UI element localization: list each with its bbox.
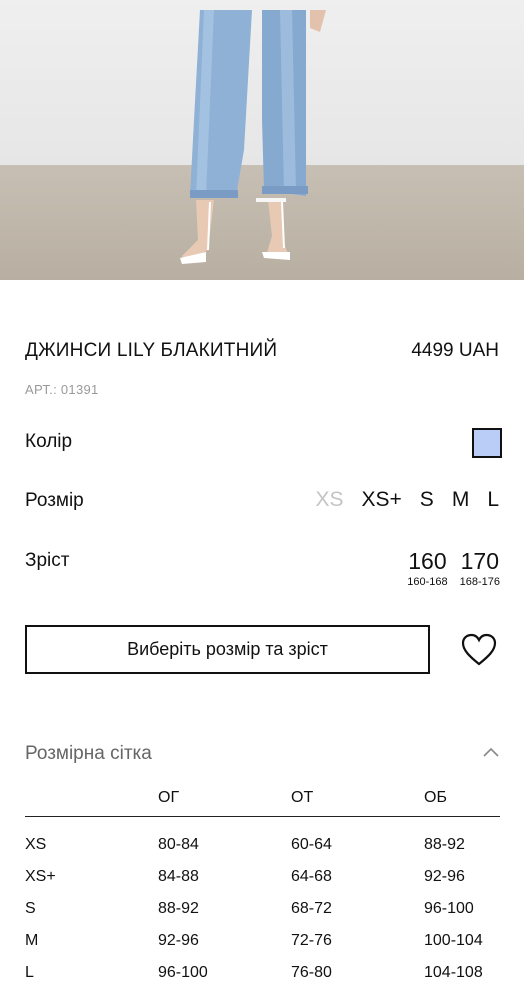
table-body: XS 80-84 60-64 88-92 XS+ 84-88 64-68 92-… [25,829,500,989]
table-cell: 96-100 [424,900,474,917]
table-cell: 68-72 [291,900,332,917]
table-cell: L [25,964,34,981]
product-photo[interactable] [0,0,524,280]
table-cell: 64-68 [291,868,332,885]
table-cell: 80-84 [158,836,199,853]
table-cell: 92-96 [158,932,199,949]
header-cell: ОБ [424,789,447,806]
product-article: АРТ.: 01391 [25,382,99,397]
size-option-l[interactable]: L [487,488,499,512]
table-cell: 92-96 [424,868,465,885]
size-chart-title[interactable]: Розмірна сітка [25,743,152,765]
table-cell: 88-92 [158,900,199,917]
size-option-xs[interactable]: XS [316,488,344,512]
product-price: 4499 UAH [411,340,499,361]
table-row: S 88-92 68-72 96-100 [25,893,500,925]
height-range: 168-176 [459,576,500,588]
select-size-button[interactable]: Виберіть розмір та зріст [25,625,430,674]
product-title: ДЖИНСИ LILY БЛАКИТНИЙ [25,340,278,361]
height-options: 160 160-168 170 168-176 [407,548,500,588]
heart-icon[interactable] [461,633,497,667]
table-cell: XS+ [25,868,56,885]
table-cell: 104-108 [424,964,483,981]
chevron-up-icon[interactable] [483,747,499,757]
jeans-illustration [180,10,326,264]
header-cell: ОГ [158,789,180,806]
table-cell: 60-64 [291,836,332,853]
table-cell: 76-80 [291,964,332,981]
height-label: Зріст [25,550,70,571]
size-option-m[interactable]: M [452,488,470,512]
size-label: Розмір [25,490,84,511]
table-cell: M [25,932,39,949]
height-value: 160 [408,548,447,574]
table-cell: XS [25,836,47,853]
height-value: 170 [460,548,499,574]
table-cell: 72-76 [291,932,332,949]
size-option-s[interactable]: S [420,488,434,512]
height-option-160[interactable]: 160 160-168 [407,548,447,588]
table-cell: 100-104 [424,932,483,949]
table-cell: 88-92 [424,836,465,853]
table-cell: S [25,900,36,917]
table-row: XS+ 84-88 64-68 92-96 [25,861,500,893]
table-cell: 96-100 [158,964,208,981]
table-row: XS 80-84 60-64 88-92 [25,829,500,861]
color-swatch[interactable] [472,428,502,458]
size-chart-table: ОГ ОТ ОБ XS 80-84 60-64 88-92 XS+ 84-88 … [25,780,500,989]
size-option-xs-plus[interactable]: XS+ [362,488,402,512]
table-cell: 84-88 [158,868,199,885]
color-label: Колір [25,431,73,452]
height-option-170[interactable]: 170 168-176 [460,548,500,588]
table-header: ОГ ОТ ОБ [25,780,500,817]
header-cell: ОТ [291,789,314,806]
table-row: L 96-100 76-80 104-108 [25,957,500,989]
height-range: 160-168 [407,576,448,588]
table-row: M 92-96 72-76 100-104 [25,925,500,957]
size-options: XS XS+ S M L [316,488,500,512]
